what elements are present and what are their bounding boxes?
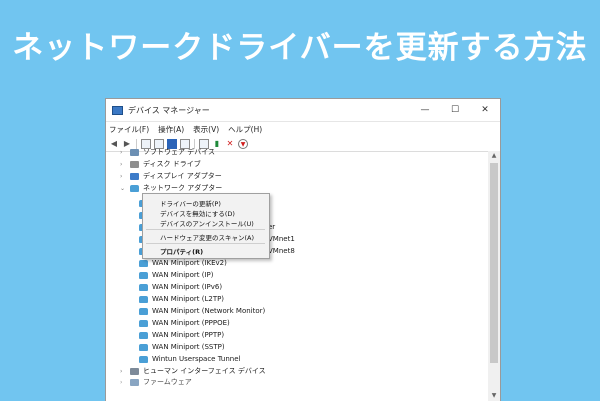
device-label: WAN Miniport (Network Monitor) (152, 307, 266, 315)
page-headline: ネットワークドライバーを更新する方法 (12, 30, 588, 66)
menu-item-properties[interactable]: プロパティ(R) (160, 246, 203, 256)
menu-separator (146, 243, 265, 244)
vertical-scrollbar[interactable]: ▲ ▼ (488, 151, 500, 401)
scrollbar-thumb[interactable] (490, 163, 498, 363)
list-item[interactable]: WAN Miniport (SSTP) (139, 341, 225, 353)
uninstall-icon[interactable]: ✕ (225, 139, 235, 149)
list-item[interactable]: WAN Miniport (PPTP) (139, 329, 224, 341)
network-adapter-icon (139, 271, 148, 279)
chevron-right-icon[interactable]: › (120, 149, 127, 156)
maximize-button[interactable]: ☐ (440, 105, 470, 115)
device-manager-app-icon (112, 105, 123, 115)
category-label: ディスプレイ アダプター (143, 172, 222, 180)
device-label: WAN Miniport (IP) (152, 271, 214, 279)
network-adapter-icon (139, 295, 148, 303)
network-adapter-icon (139, 283, 148, 291)
partial-item-text: VMnet1 (268, 235, 295, 243)
menu-view[interactable]: 表示(V) (193, 124, 219, 135)
device-label: Wintun Userspace Tunnel (152, 355, 241, 363)
device-label: WAN Miniport (SSTP) (152, 343, 225, 351)
scroll-up-icon[interactable]: ▲ (488, 151, 500, 161)
chevron-right-icon[interactable]: › (120, 161, 127, 168)
category-label: ディスク ドライブ (143, 160, 201, 168)
category-label: ヒューマン インターフェイス デバイス (143, 367, 266, 375)
tree-category-next[interactable]: › ファームウェア (120, 377, 192, 387)
menu-item-disable-device[interactable]: デバイスを無効にする(D) (160, 208, 235, 218)
display-adapter-icon (130, 172, 139, 180)
device-label: WAN Miniport (IKEv2) (152, 259, 227, 267)
list-item[interactable]: WAN Miniport (PPPOE) (139, 317, 230, 329)
menu-item-uninstall-device[interactable]: デバイスのアンインストール(U) (160, 218, 254, 228)
list-item[interactable]: WAN Miniport (IPv6) (139, 281, 222, 293)
network-adapter-icon (139, 343, 148, 351)
category-label: ネットワーク アダプター (143, 184, 223, 192)
chevron-right-icon[interactable]: › (120, 368, 127, 375)
menu-action[interactable]: 操作(A) (158, 124, 184, 135)
chevron-down-icon[interactable]: ⌄ (120, 185, 127, 192)
chevron-right-icon[interactable]: › (120, 379, 127, 386)
window-title: デバイス マネージャー (128, 105, 210, 115)
category-label: ソフトウェア デバイス (143, 148, 216, 156)
list-item[interactable]: Wintun Userspace Tunnel (139, 353, 240, 365)
close-button[interactable]: ✕ (470, 105, 500, 115)
list-item[interactable]: WAN Miniport (IP) (139, 269, 213, 281)
firmware-icon (130, 378, 139, 386)
partial-item-text: VMnet8 (268, 247, 295, 255)
device-label: WAN Miniport (PPTP) (152, 331, 225, 339)
disk-drive-icon (130, 160, 139, 168)
minimize-button[interactable]: — (410, 105, 440, 115)
category-label: ファームウェア (143, 378, 192, 386)
list-item[interactable]: WAN Miniport (L2TP) (139, 293, 224, 305)
list-item[interactable]: WAN Miniport (Network Monitor) (139, 305, 265, 317)
tree-category-display[interactable]: › ディスプレイ アダプター (120, 170, 222, 182)
hid-device-icon (130, 367, 139, 375)
download-icon[interactable]: ▼ (238, 138, 248, 149)
chevron-right-icon[interactable]: › (120, 173, 127, 180)
context-menu: ドライバーの更新(P) デバイスを無効にする(D) デバイスのアンインストール(… (142, 193, 270, 259)
menu-bar: ファイル(F) 操作(A) 表示(V) ヘルプ(H) (106, 122, 500, 136)
back-arrow-icon[interactable]: ◀ (109, 139, 119, 149)
network-adapter-icon (139, 319, 148, 327)
menu-help[interactable]: ヘルプ(H) (228, 124, 262, 135)
network-adapter-icon (130, 184, 139, 192)
software-device-icon (130, 148, 139, 156)
menu-file[interactable]: ファイル(F) (109, 124, 149, 135)
device-label: WAN Miniport (IPv6) (152, 283, 223, 291)
device-label: WAN Miniport (PPPOE) (152, 319, 230, 327)
tree-category-hid[interactable]: › ヒューマン インターフェイス デバイス (120, 365, 266, 377)
menu-separator (146, 229, 265, 230)
menu-item-update-driver[interactable]: ドライバーの更新(P) (160, 198, 221, 208)
tree-category-disk[interactable]: › ディスク ドライブ (120, 158, 201, 170)
network-adapter-icon (139, 307, 148, 315)
network-adapter-icon (139, 259, 148, 267)
tree-category-software[interactable]: › ソフトウェア デバイス (120, 146, 215, 158)
title-bar[interactable]: デバイス マネージャー — ☐ ✕ (106, 99, 500, 122)
network-adapter-icon (139, 331, 148, 339)
menu-item-scan-hardware[interactable]: ハードウェア変更のスキャン(A) (160, 232, 254, 242)
network-adapter-icon (139, 355, 148, 363)
device-label: WAN Miniport (L2TP) (152, 295, 225, 303)
